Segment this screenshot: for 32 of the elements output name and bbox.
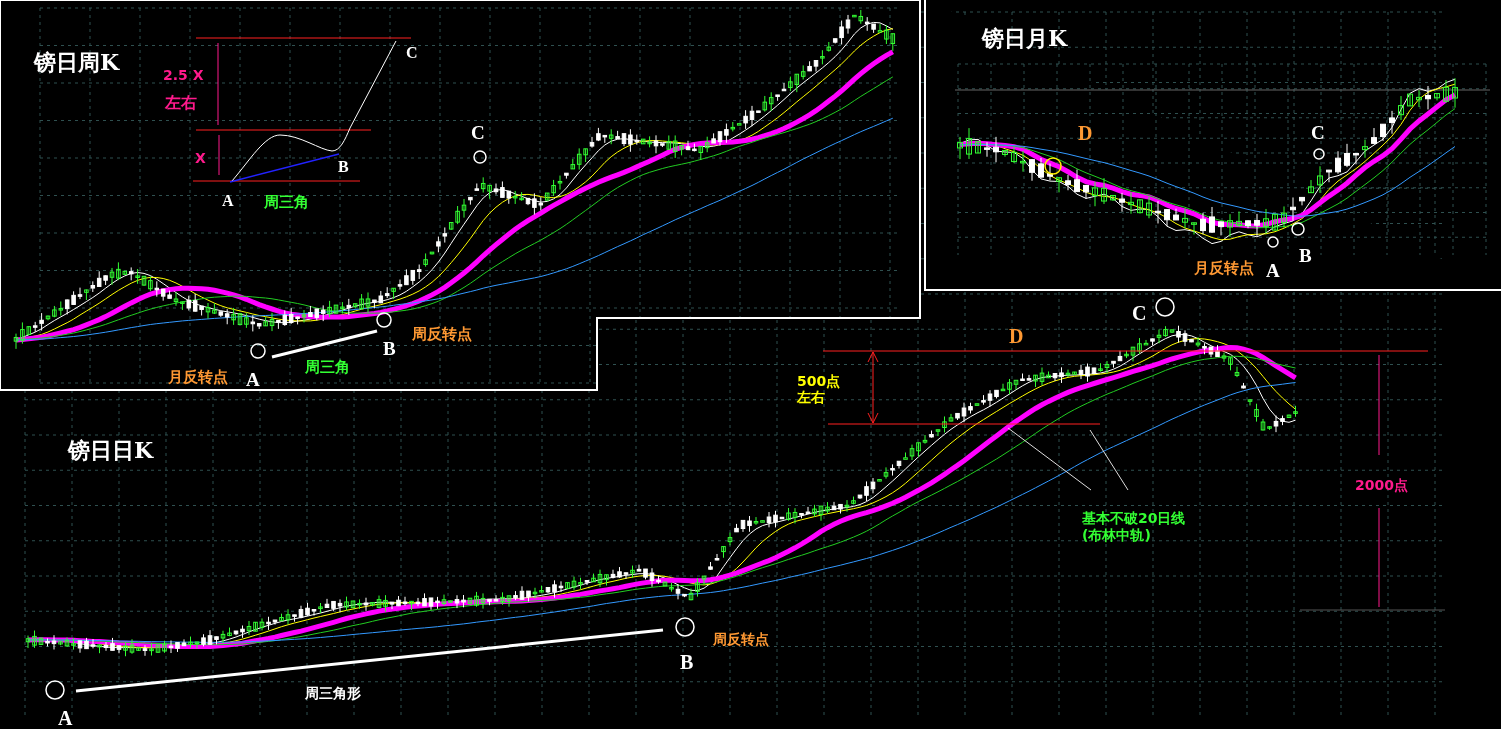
point-label: D xyxy=(1078,122,1093,144)
point-label: A xyxy=(222,192,234,209)
point-label: C xyxy=(471,122,485,143)
annotation-label: 周三角 xyxy=(305,358,350,376)
point-label: D xyxy=(1009,325,1024,347)
point-label: B xyxy=(383,338,396,359)
annotation-label: 2000点 xyxy=(1355,477,1408,493)
point-label: C xyxy=(406,44,418,61)
point-label: B xyxy=(680,651,694,673)
annotation-label: (布林中轨) xyxy=(1082,527,1151,543)
point-label: B xyxy=(1299,245,1312,266)
annotation-label: 周反转点 xyxy=(412,325,472,343)
point-label: C xyxy=(1132,302,1147,324)
annotation-label: 周三角 xyxy=(264,193,309,211)
chart-title: 镑日月K xyxy=(982,25,1068,51)
annotation-label: 周三角形 xyxy=(305,685,361,701)
annotation-label: 基本不破20日线 xyxy=(1082,510,1186,526)
chart-title: 镑日周K xyxy=(34,49,120,75)
annotation-label: 月反转点 xyxy=(1194,259,1254,277)
annotation-label: 2.5 X xyxy=(163,67,204,83)
point-label: A xyxy=(1266,260,1280,281)
point-label: A xyxy=(58,707,73,729)
annotation-label: 月反转点 xyxy=(168,368,228,386)
annotation-label: 左右 xyxy=(797,389,825,405)
chart-title: 镑日日K xyxy=(68,437,154,463)
point-label: B xyxy=(338,158,349,175)
annotation-label: 左右 xyxy=(165,93,197,112)
point-label: C xyxy=(1311,122,1325,143)
annotation-label: 周反转点 xyxy=(713,631,769,647)
annotation-label: 500点 xyxy=(797,373,841,389)
point-label: A xyxy=(246,369,260,390)
point-label: X xyxy=(195,150,206,166)
